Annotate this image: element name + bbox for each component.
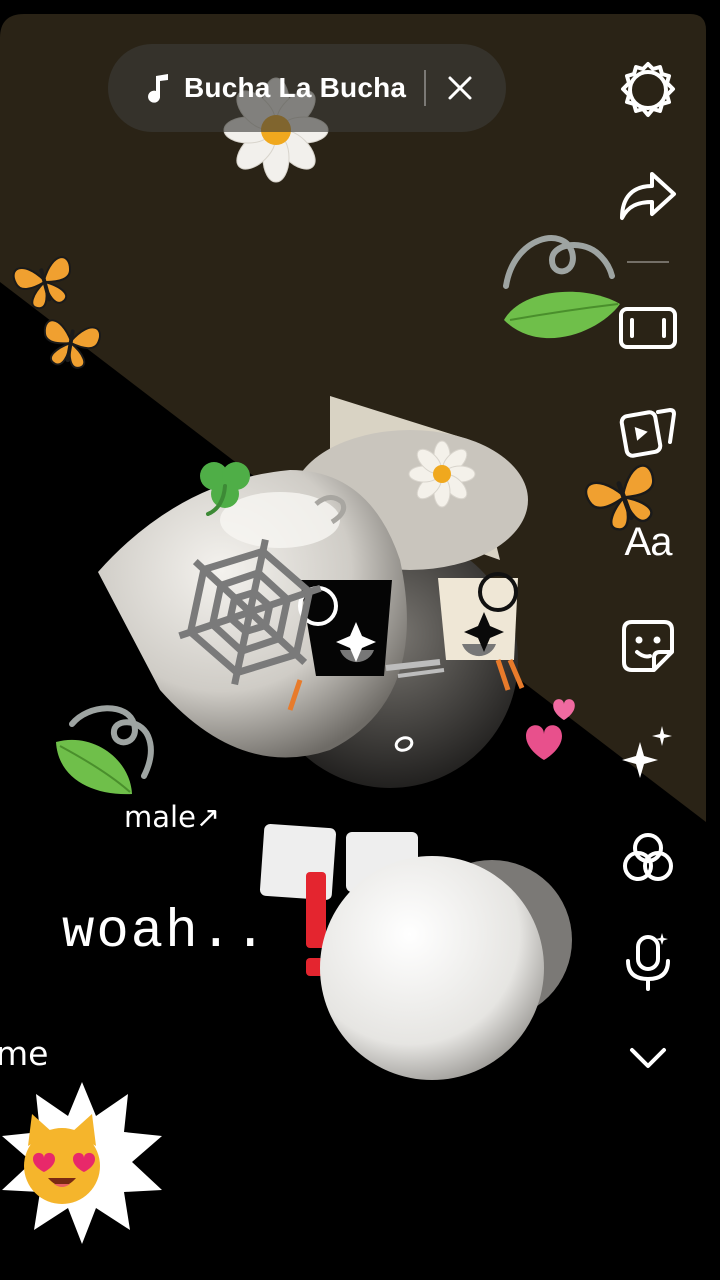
text-tool-label: Aa (624, 519, 673, 564)
sparkle-icon (0, 0, 1, 1)
flower-icon[interactable] (406, 438, 478, 510)
pill-divider (424, 70, 427, 106)
gear-icon (621, 62, 675, 117)
story-editor-screen: Bucha La Bucha Aa male↗ woah.. me (0, 0, 720, 1280)
chevron-down-icon (630, 1048, 666, 1068)
song-title: Bucha La Bucha (184, 72, 407, 103)
video-clips-icon (619, 407, 677, 458)
clips-button[interactable] (608, 392, 688, 472)
caption-woah[interactable]: woah.. (62, 902, 268, 963)
leaf-icon[interactable] (500, 286, 624, 352)
effects-button[interactable] (608, 712, 688, 792)
forward-arrow-icon (620, 172, 676, 220)
swirl-icon[interactable] (500, 228, 618, 290)
music-sticker-pill[interactable]: Bucha La Bucha (108, 44, 506, 132)
aspect-ratio-icon (619, 307, 677, 349)
filters-button[interactable] (608, 818, 688, 898)
clover-icon[interactable] (192, 456, 258, 516)
crop-button[interactable] (608, 288, 688, 368)
voice-button[interactable] (608, 922, 688, 1002)
more-options-button[interactable] (608, 1018, 688, 1098)
hearts-icon[interactable] (522, 696, 590, 766)
spiderweb-icon[interactable] (170, 532, 330, 692)
cat-heart-eyes-icon[interactable] (0, 1076, 168, 1248)
caption-me[interactable]: me (0, 1034, 48, 1073)
stickers-button[interactable] (608, 606, 688, 686)
toolbar-divider (627, 261, 669, 263)
butterfly-icon[interactable] (10, 246, 78, 314)
sticker-icon (622, 620, 674, 672)
leaf-icon[interactable] (52, 734, 136, 798)
music-note-icon (148, 74, 168, 103)
share-button[interactable] (608, 156, 688, 236)
filters-icon (623, 833, 673, 881)
sparkles-icon (622, 726, 672, 778)
caption-male[interactable]: male↗ (124, 800, 220, 834)
microphone-icon (626, 933, 670, 991)
ball-object (259, 823, 572, 1080)
settings-button[interactable] (608, 50, 688, 130)
close-icon[interactable] (428, 56, 492, 120)
butterfly-icon[interactable] (36, 308, 106, 374)
text-button[interactable]: Aa (608, 502, 688, 582)
